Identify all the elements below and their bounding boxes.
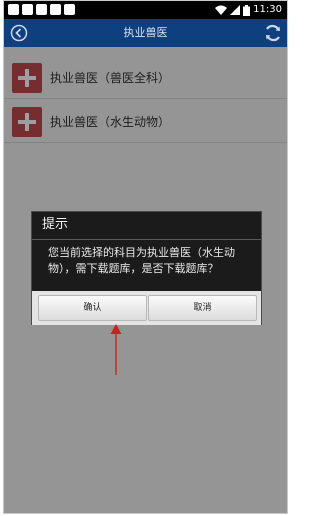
signal-icon <box>230 5 241 15</box>
dialog-divider <box>32 239 261 240</box>
dialog-message: 您当前选择的科目为执业兽医（水生动物），需下载题库，是否下载题库？ <box>48 246 235 275</box>
notification-icon <box>64 4 75 15</box>
page-title: 执业兽医 <box>123 26 168 39</box>
dialog-button-bar: 确认 取消 <box>32 291 261 325</box>
status-indicators: 11:30 <box>215 3 282 17</box>
notification-icon <box>22 4 33 15</box>
annotation-arrow-icon <box>110 324 122 375</box>
notification-icon <box>36 4 47 15</box>
app-frame: 11:30 执业兽医 执业兽医（兽医全科） 执业兽医（水生动物） 提示 您当前选… <box>3 0 288 514</box>
app-header: 执业兽医 <box>4 19 287 47</box>
cancel-button[interactable]: 取消 <box>148 295 257 321</box>
status-time: 11:30 <box>253 4 282 15</box>
download-prompt-dialog: 提示 您当前选择的科目为执业兽医（水生动物），需下载题库，是否下载题库？ 确认 … <box>31 211 262 325</box>
confirm-button[interactable]: 确认 <box>38 295 147 321</box>
dialog-title: 提示 <box>42 217 69 232</box>
status-bar: 11:30 <box>4 1 287 19</box>
notification-icon <box>50 4 61 15</box>
wifi-icon <box>215 5 228 15</box>
refresh-icon[interactable] <box>263 23 283 43</box>
notification-icon <box>8 4 19 15</box>
battery-icon <box>243 4 251 16</box>
